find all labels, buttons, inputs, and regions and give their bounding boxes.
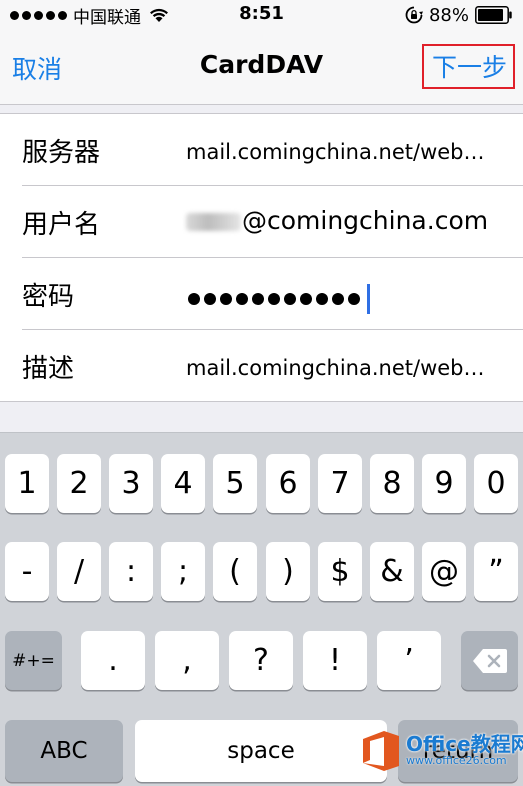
- watermark-url: www.office26.com: [406, 754, 507, 767]
- text-caret: [367, 284, 370, 314]
- key-3[interactable]: 3: [109, 454, 153, 513]
- backspace-key[interactable]: [461, 631, 518, 690]
- key-7[interactable]: 7: [318, 454, 362, 513]
- key-4[interactable]: 4: [161, 454, 205, 513]
- server-label: 服务器: [22, 138, 101, 168]
- key-9[interactable]: 9: [422, 454, 466, 513]
- account-form: 服务器 mail.comingchina.net/web… 用户名 @comin…: [0, 113, 523, 402]
- key-dollar[interactable]: $: [318, 542, 362, 601]
- key-close-paren[interactable]: ): [266, 542, 310, 601]
- key-apostrophe[interactable]: ’: [377, 631, 441, 690]
- key-2[interactable]: 2: [57, 454, 101, 513]
- space-key[interactable]: space: [135, 720, 387, 782]
- key-0[interactable]: 0: [474, 454, 518, 513]
- key-slash[interactable]: /: [57, 542, 101, 601]
- key-5[interactable]: 5: [213, 454, 257, 513]
- status-bar: 中国联通 8:51 88%: [0, 0, 523, 30]
- password-row[interactable]: 密码: [0, 258, 523, 330]
- key-open-paren[interactable]: (: [213, 542, 257, 601]
- symbols-toggle-key[interactable]: #+=: [5, 631, 62, 690]
- password-field[interactable]: [188, 284, 370, 314]
- key-exclamation[interactable]: !: [303, 631, 367, 690]
- key-period[interactable]: .: [81, 631, 145, 690]
- blurred-username: [186, 213, 241, 231]
- key-semicolon[interactable]: ;: [161, 542, 205, 601]
- key-quote[interactable]: ”: [474, 542, 518, 601]
- office-logo-icon: [363, 731, 399, 771]
- password-label: 密码: [22, 282, 75, 312]
- key-colon[interactable]: :: [109, 542, 153, 601]
- battery-percent: 88%: [428, 4, 469, 26]
- key-8[interactable]: 8: [370, 454, 414, 513]
- description-label: 描述: [22, 354, 75, 384]
- watermark: Office教程网 www.office26.com: [356, 714, 523, 786]
- key-6[interactable]: 6: [266, 454, 310, 513]
- key-question[interactable]: ?: [229, 631, 293, 690]
- next-button[interactable]: 下一步: [421, 44, 515, 89]
- key-hyphen[interactable]: -: [5, 542, 49, 601]
- watermark-text: Office教程网: [406, 732, 523, 756]
- server-row[interactable]: 服务器 mail.comingchina.net/web…: [0, 114, 523, 186]
- username-field[interactable]: @comingchina.com: [186, 206, 488, 235]
- key-comma[interactable]: ,: [155, 631, 219, 690]
- abc-key[interactable]: ABC: [5, 720, 123, 782]
- page-title: CardDAV: [199, 50, 324, 79]
- backspace-icon: [472, 648, 507, 673]
- key-at[interactable]: @: [422, 542, 466, 601]
- description-row[interactable]: 描述 mail.comingchina.net/web…: [0, 330, 523, 402]
- navigation-bar: 取消 CardDAV 下一步: [0, 30, 523, 105]
- server-field[interactable]: mail.comingchina.net/web…: [186, 140, 485, 164]
- username-label: 用户名: [22, 210, 101, 240]
- description-field[interactable]: mail.comingchina.net/web…: [186, 356, 485, 380]
- status-right: 88%: [405, 4, 513, 26]
- battery-icon: [475, 6, 512, 24]
- key-1[interactable]: 1: [5, 454, 49, 513]
- rotation-lock-icon: [405, 6, 423, 24]
- key-ampersand[interactable]: &: [370, 542, 414, 601]
- username-domain: @comingchina.com: [242, 206, 489, 235]
- cancel-button[interactable]: 取消: [12, 50, 62, 86]
- username-row[interactable]: 用户名 @comingchina.com: [0, 186, 523, 258]
